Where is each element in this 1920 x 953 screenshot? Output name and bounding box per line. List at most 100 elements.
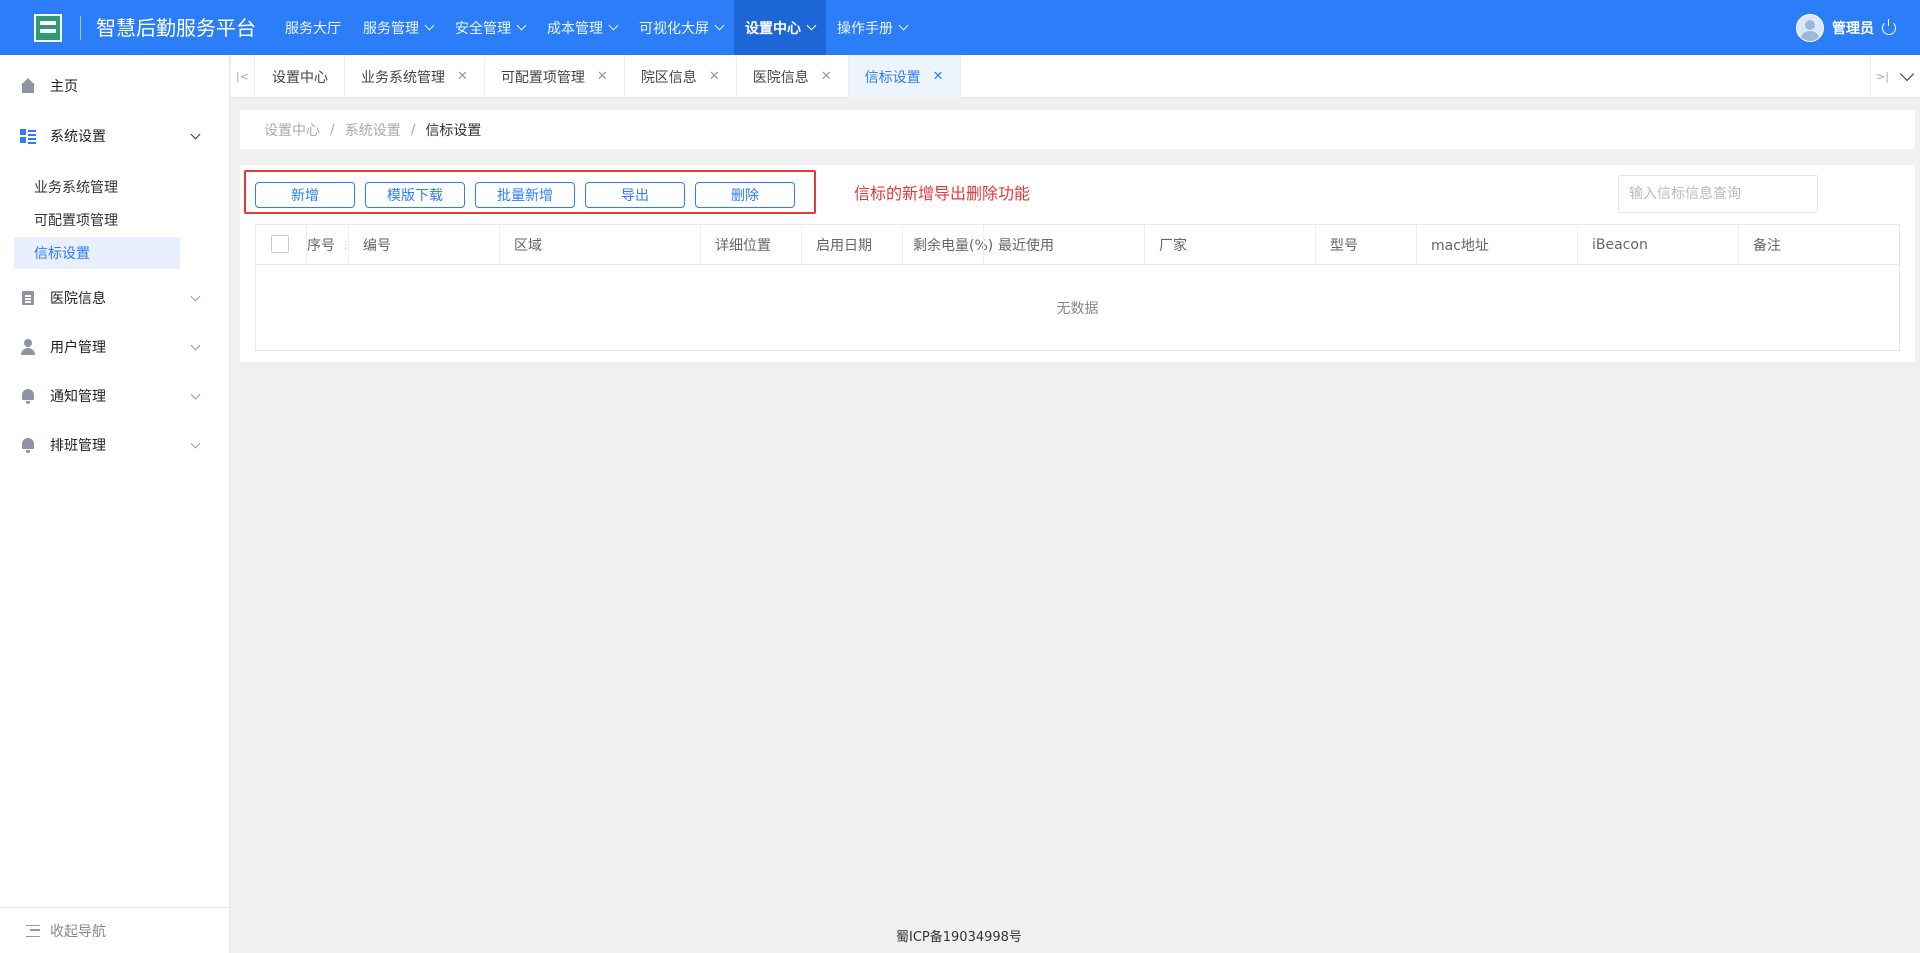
chevron-down-icon — [190, 129, 201, 140]
chevron-down-icon — [516, 20, 527, 31]
export-button[interactable]: 导出 — [585, 182, 685, 208]
tabs-bar: |< 设置中心 业务系统管理 ✕ 可配置项管理 ✕ 院区信息 ✕ 医院信息 ✕ 信标设置… — [231, 55, 1920, 98]
tab-configurable-items[interactable]: 可配置项管理 ✕ — [485, 55, 625, 98]
table-header: 序号 ⋮ 编号 区域 详细位置 启用日期 剩余电量(%) 最近使用 厂家 型号 m… — [256, 225, 1899, 265]
breadcrumb-item[interactable]: 系统设置 — [345, 120, 401, 140]
sidebar-subitem-beacon-settings[interactable]: 信标设置 — [14, 237, 180, 269]
column-label: 区域 — [514, 238, 542, 254]
table-header-cell: 详细位置 — [700, 225, 801, 265]
logo-divider — [80, 16, 81, 40]
search-input[interactable] — [1618, 175, 1818, 213]
tab-label: 业务系统管理 — [361, 69, 445, 86]
topnav-label: 成本管理 — [547, 20, 603, 37]
topnav-label: 安全管理 — [455, 20, 511, 37]
table-header-cell: iBeacon — [1577, 225, 1738, 265]
breadcrumb-item[interactable]: 设置中心 — [264, 120, 320, 140]
delete-button[interactable]: 删除 — [695, 182, 795, 208]
sidebar-item-hospital-info[interactable]: 医院信息 — [0, 278, 229, 318]
chevron-down-icon — [714, 20, 725, 31]
document-icon — [20, 290, 36, 306]
sidebar-item-system-settings[interactable]: 系统设置 — [0, 116, 229, 156]
table-header-cell: 区域 — [499, 225, 700, 265]
table-header-select — [256, 225, 306, 265]
topnav-label: 操作手册 — [837, 20, 893, 37]
table-header-cell[interactable]: 序号 ⋮ — [306, 225, 351, 265]
topnav-service-management[interactable]: 服务管理 — [352, 0, 444, 55]
close-icon[interactable]: ✕ — [933, 69, 944, 84]
tab-label: 医院信息 — [752, 69, 809, 86]
user-menu[interactable]: 管理员 — [1796, 14, 1896, 42]
column-label: 最近使用 — [998, 238, 1054, 254]
avatar[interactable] — [1796, 14, 1824, 42]
close-icon[interactable]: ✕ — [597, 69, 608, 84]
tab-beacon-settings[interactable]: 信标设置 ✕ — [848, 55, 961, 98]
topnav-operation-manual[interactable]: 操作手册 — [826, 0, 918, 55]
batch-add-button[interactable]: 批量新增 — [475, 182, 575, 208]
column-label: mac地址 — [1431, 238, 1489, 254]
column-label: 备注 — [1753, 238, 1781, 254]
breadcrumb-separator: / — [410, 121, 416, 138]
chevron-down-icon — [190, 389, 201, 400]
template-download-button[interactable]: 模版下载 — [365, 182, 465, 208]
topnav-label: 可视化大屏 — [639, 20, 709, 37]
sidebar-item-label: 系统设置 — [50, 129, 106, 145]
chevron-down-icon[interactable] — [1899, 66, 1915, 82]
tab-label: 设置中心 — [272, 69, 328, 86]
table-header-cell: mac地址 — [1416, 225, 1577, 265]
topnav-label: 设置中心 — [745, 20, 801, 37]
tab-label: 院区信息 — [640, 69, 697, 86]
select-all-checkbox[interactable] — [271, 235, 289, 253]
table-header-cell: 剩余电量(%) — [902, 225, 993, 265]
chevron-down-icon — [190, 438, 201, 449]
column-label: 厂家 — [1159, 238, 1187, 254]
tab-scroll-right-icon[interactable]: >| — [1870, 55, 1894, 98]
beacon-panel: 新增 模版下载 批量新增 导出 删除 信标的新增导出删除功能 序号⋮ 编号 区域… — [240, 165, 1915, 362]
tab-scroll-left-icon[interactable]: |< — [231, 55, 255, 98]
user-icon — [20, 339, 36, 355]
topnav-service-hall[interactable]: 服务大厅 — [274, 0, 352, 55]
close-icon[interactable]: ✕ — [709, 69, 720, 84]
sidebar-subitem-configurable-items[interactable]: 可配置项管理 — [14, 204, 180, 236]
power-icon[interactable] — [1882, 19, 1896, 35]
app-logo-icon — [34, 14, 62, 42]
topnav-cost-management[interactable]: 成本管理 — [536, 0, 628, 55]
breadcrumb-separator: / — [330, 121, 335, 138]
chevron-down-icon — [806, 20, 817, 31]
chevron-down-icon — [608, 20, 619, 31]
tab-hospital-info[interactable]: 医院信息 ✕ — [737, 55, 849, 98]
sidebar-subitem-label: 业务系统管理 — [34, 180, 118, 196]
add-button[interactable]: 新增 — [255, 182, 355, 208]
tab-label: 可配置项管理 — [500, 69, 585, 86]
topnav-security-management[interactable]: 安全管理 — [444, 0, 536, 55]
close-icon[interactable]: ✕ — [821, 69, 832, 84]
home-icon — [20, 78, 36, 94]
annotation-text: 信标的新增导出删除功能 — [854, 184, 1031, 203]
collapse-menu-icon — [26, 924, 40, 937]
sidebar-item-label: 医院信息 — [50, 291, 106, 307]
beacon-table: 序号 ⋮ 编号 区域 详细位置 启用日期 剩余电量(%) 最近使用 厂家 型号 m… — [255, 224, 1900, 351]
column-label: 型号 — [1330, 238, 1358, 254]
open-tabs: 设置中心 业务系统管理 ✕ 可配置项管理 ✕ 院区信息 ✕ 医院信息 ✕ 信标设置 ✕ — [256, 55, 961, 98]
sidebar-item-notification-management[interactable]: 通知管理 — [0, 376, 229, 416]
topnav-settings-center[interactable]: 设置中心 — [734, 0, 826, 55]
tab-settings-center[interactable]: 设置中心 — [256, 55, 345, 98]
sidebar-item-user-management[interactable]: 用户管理 — [0, 327, 229, 367]
table-header-cell: 厂家 — [1144, 225, 1315, 265]
sidebar-subitem-business-system[interactable]: 业务系统管理 — [14, 171, 180, 203]
collapse-nav-button[interactable]: 收起导航 — [0, 907, 229, 953]
user-name[interactable]: 管理员 — [1832, 18, 1874, 38]
collapse-nav-label: 收起导航 — [50, 923, 106, 940]
tab-campus-info[interactable]: 院区信息 ✕ — [625, 55, 737, 98]
sidebar-item-home[interactable]: 主页 — [0, 66, 229, 106]
table-header-cell: 启用日期 — [801, 225, 902, 265]
tab-label: 信标设置 — [864, 69, 921, 86]
topnav-label: 服务大厅 — [285, 20, 341, 37]
topnav-visual-dashboard[interactable]: 可视化大屏 — [628, 0, 734, 55]
top-nav-menu: 服务大厅 服务管理 安全管理 成本管理 可视化大屏 设置中心 操作手册 — [274, 0, 918, 55]
top-navbar: 智慧后勤服务平台 服务大厅 服务管理 安全管理 成本管理 可视化大屏 设置中心 … — [0, 0, 1920, 55]
column-label: 启用日期 — [816, 238, 872, 254]
close-icon[interactable]: ✕ — [457, 69, 468, 84]
sidebar-item-schedule-management[interactable]: 排班管理 — [0, 425, 229, 465]
tab-business-system[interactable]: 业务系统管理 ✕ — [345, 55, 485, 98]
chevron-down-icon — [424, 20, 435, 31]
